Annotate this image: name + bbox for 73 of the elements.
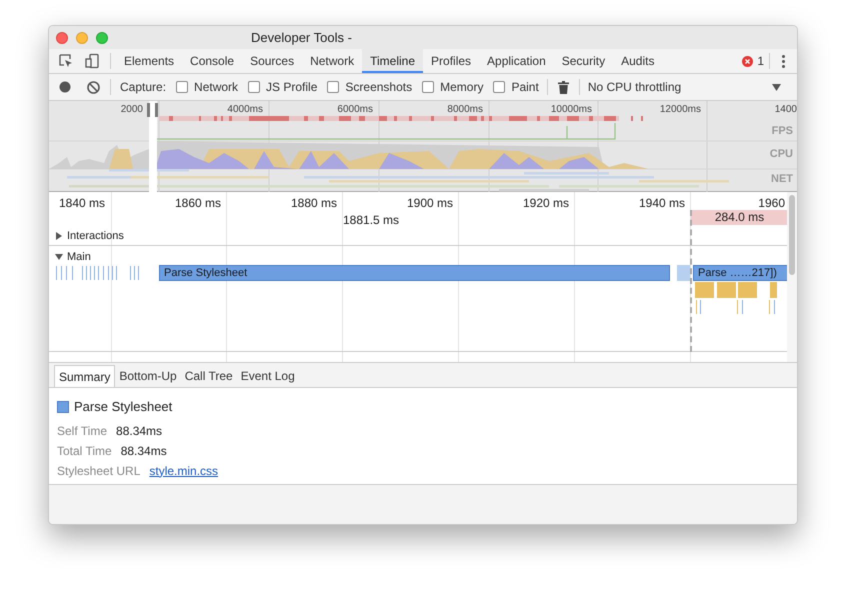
window-title: Developer Tools - [251, 28, 352, 47]
track-label[interactable]: Interactions [67, 228, 124, 244]
tab[interactable]: Summary [54, 365, 116, 387]
expanded-triangle-icon[interactable] [55, 253, 63, 262]
checkbox-label: Memory [440, 79, 484, 96]
checkbox-label: Network [194, 79, 238, 96]
selection-handle[interactable] [147, 103, 158, 117]
tick-label: 8000ms [447, 103, 483, 117]
device-icon[interactable] [84, 53, 100, 69]
tab[interactable]: Bottom-Up [115, 365, 181, 387]
field-label: Total Time [57, 442, 112, 458]
event-bar[interactable]: Parse Stylesheet [159, 265, 670, 281]
record-icon[interactable] [59, 81, 71, 93]
tick-label: 1840 ms [58, 195, 105, 212]
tab[interactable]: Application [479, 49, 554, 73]
event-bar[interactable]: Parse ……217]) [693, 265, 788, 281]
range-duration: 284.0 ms [691, 210, 788, 225]
tick-label: 10000ms [550, 103, 592, 117]
trash-icon[interactable] [558, 80, 569, 94]
tick-label: 1400 [774, 103, 797, 117]
tick-label: 1940 ms [638, 195, 685, 212]
checkbox-label: JS Profile [266, 79, 318, 96]
tick-label: 1860 ms [174, 195, 221, 212]
error-icon [742, 56, 754, 66]
checkbox[interactable] [493, 81, 506, 93]
track-label: NET [771, 172, 793, 187]
track-label: FPS [772, 124, 793, 139]
tick-label: 1880 ms [290, 195, 337, 212]
track-label: CPU [770, 147, 793, 162]
zoom-button[interactable] [96, 32, 108, 44]
collapsed-triangle-icon[interactable] [55, 232, 63, 240]
checkbox[interactable] [176, 81, 188, 93]
error-count[interactable]: 1 [757, 52, 764, 70]
tab[interactable]: Console [182, 49, 242, 73]
field-value: 88.34ms [120, 442, 167, 458]
tab[interactable]: Network [302, 49, 362, 73]
event-title: Parse Stylesheet [74, 398, 172, 416]
tick-label: 6000ms [337, 103, 373, 117]
selection-window[interactable] [149, 101, 157, 192]
tab[interactable]: Profiles [423, 49, 480, 73]
stylesheet-link[interactable]: style.min.css [149, 462, 218, 478]
tick-label: 4000ms [227, 103, 263, 117]
tab[interactable]: Call Tree [180, 365, 237, 387]
tick-label: 1920 ms [522, 195, 569, 212]
checkbox[interactable] [248, 81, 260, 93]
checkbox[interactable] [422, 81, 434, 93]
close-button[interactable] [56, 32, 68, 44]
field-label: Self Time [57, 422, 108, 438]
selection-duration: 1881.5 ms [343, 212, 400, 229]
category-swatch [57, 400, 69, 413]
tick-label: 1960 [758, 195, 785, 212]
tab[interactable]: Audits [613, 49, 662, 73]
field-label: Stylesheet URL [57, 462, 140, 478]
clear-icon[interactable] [87, 80, 100, 94]
tick-label: 2000 [120, 103, 143, 117]
checkbox[interactable] [327, 81, 340, 93]
inspect-icon[interactable] [58, 53, 74, 69]
tab[interactable]: Elements [116, 49, 182, 73]
checkbox-label: Paint [511, 79, 539, 96]
tab[interactable]: Timeline [362, 49, 424, 73]
tab[interactable]: Security [554, 49, 614, 73]
dropdown-caret-icon[interactable] [772, 84, 781, 90]
tab[interactable]: Sources [242, 49, 302, 73]
tick-label: 1900 ms [406, 195, 453, 212]
more-menu-icon[interactable] [782, 54, 785, 68]
checkbox-label: Screenshots [345, 79, 412, 96]
track-label[interactable]: Main [67, 249, 91, 266]
throttling-dropdown[interactable]: No CPU throttling [588, 78, 682, 96]
scrollbar-thumb[interactable] [789, 195, 795, 275]
tick-label: 12000ms [660, 103, 701, 117]
capture-label: Capture: [120, 79, 166, 96]
field-value: 88.34ms [116, 422, 162, 438]
tab[interactable]: Event Log [236, 365, 299, 387]
